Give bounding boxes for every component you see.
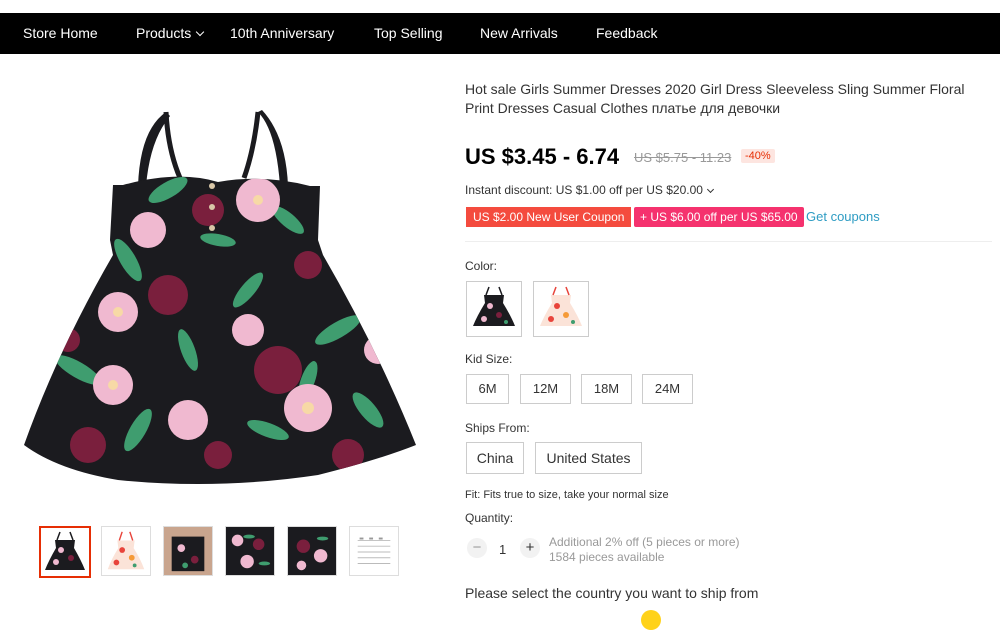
ships-from-label: Ships From: xyxy=(465,421,530,435)
thumbnail-4[interactable] xyxy=(225,526,275,576)
store-nav-bar: Store Home Products 10th Anniversary Top… xyxy=(0,13,1000,54)
bulk-offer-note: Additional 2% off (5 pieces or more) xyxy=(549,535,740,549)
product-main-image[interactable] xyxy=(18,90,428,500)
nav-store-home[interactable]: Store Home xyxy=(23,13,98,54)
original-price: US $5.75 - 11.23 xyxy=(634,150,732,165)
instant-discount[interactable]: Instant discount: US $1.00 off per US $2… xyxy=(465,183,714,197)
quantity-value[interactable]: 1 xyxy=(499,542,506,557)
product-title: Hot sale Girls Summer Dresses 2020 Girl … xyxy=(465,81,965,116)
size-option-12m[interactable]: 12M xyxy=(520,374,571,404)
thumbnail-2[interactable] xyxy=(101,526,151,576)
color-label: Color: xyxy=(465,259,498,273)
nav-new-arrivals[interactable]: New Arrivals xyxy=(480,13,558,54)
plus-icon[interactable]: + xyxy=(520,538,540,558)
new-user-coupon[interactable]: US $2.00 New User Coupon xyxy=(466,207,632,227)
pieces-available: 1584 pieces available xyxy=(549,550,665,564)
price-range: US $3.45 - 6.74 xyxy=(465,144,620,169)
size-option-6m[interactable]: 6M xyxy=(466,374,509,404)
color-swatch-light-floral[interactable] xyxy=(533,281,589,337)
chevron-down-icon xyxy=(706,185,714,194)
nav-products[interactable]: Products xyxy=(136,13,205,54)
get-coupons-link[interactable]: Get coupons xyxy=(806,209,880,224)
nav-10th-anniversary[interactable]: 10th Anniversary xyxy=(230,13,334,54)
thumbnail-1[interactable] xyxy=(39,526,91,578)
thumbnail-6-size-chart[interactable] xyxy=(349,526,399,576)
discount-badge: -40% xyxy=(741,149,775,163)
chevron-down-icon xyxy=(196,27,205,37)
thumbnail-3[interactable] xyxy=(163,526,213,576)
color-swatch-black-floral[interactable] xyxy=(466,281,522,337)
emoji-icon xyxy=(641,610,661,630)
ship-country-message: Please select the country you want to sh… xyxy=(465,585,759,601)
divider xyxy=(465,241,992,242)
nav-top-selling[interactable]: Top Selling xyxy=(374,13,443,54)
quantity-label: Quantity: xyxy=(465,511,514,525)
size-option-18m[interactable]: 18M xyxy=(581,374,632,404)
ships-from-china[interactable]: China xyxy=(466,442,524,474)
fit-note: Fit: Fits true to size, take your normal… xyxy=(465,489,669,501)
ships-from-united-states[interactable]: United States xyxy=(535,442,642,474)
minus-icon[interactable]: − xyxy=(467,538,487,558)
kid-size-label: Kid Size: xyxy=(465,352,513,366)
size-option-24m[interactable]: 24M xyxy=(642,374,693,404)
nav-products-label: Products xyxy=(136,25,192,41)
store-coupon[interactable]: + US $6.00 off per US $65.00 xyxy=(634,207,804,227)
nav-feedback[interactable]: Feedback xyxy=(596,13,657,54)
thumbnail-5[interactable] xyxy=(287,526,337,576)
instant-discount-text: Instant discount: US $1.00 off per US $2… xyxy=(465,183,703,197)
